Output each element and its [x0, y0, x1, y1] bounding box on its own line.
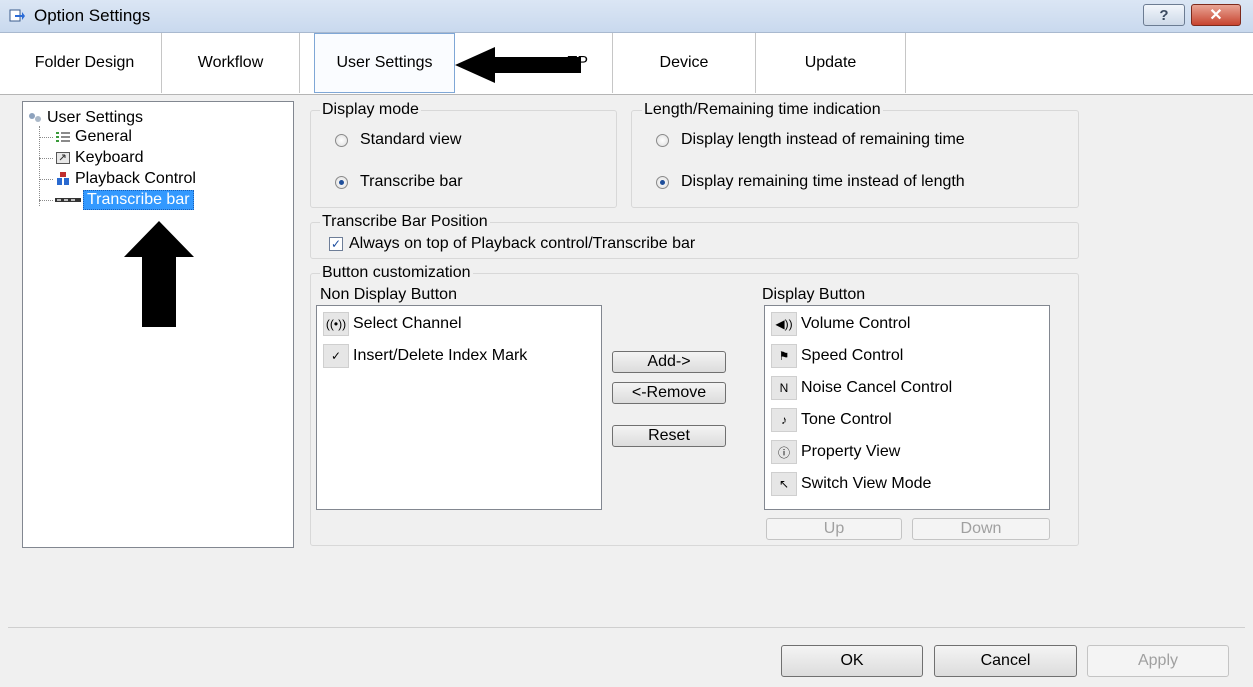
speed-icon: ⚑ [771, 344, 797, 368]
non-display-button-list[interactable]: ((•)) Select Channel ✓ Insert/Delete Ind… [316, 305, 602, 510]
tree-connector [39, 200, 53, 201]
remove-button[interactable]: <-Remove [612, 382, 726, 404]
keyboard-icon [55, 151, 71, 165]
info-icon: ⓘ [771, 440, 797, 464]
transcribe-bar-icon [55, 193, 81, 207]
radio-transcribe-bar[interactable]: Transcribe bar [335, 173, 463, 191]
tab-bar: Folder Design Workflow User Settings TP … [0, 33, 1253, 95]
help-icon: ? [1159, 6, 1169, 24]
tab-device[interactable]: Device [613, 33, 756, 93]
radio-off-icon [335, 133, 348, 147]
always-on-top-checkbox[interactable]: ✓ Always on top of Playback control/Tran… [329, 235, 695, 253]
list-item-switch-view[interactable]: ↖ Switch View Mode [771, 470, 931, 498]
tree-item-transcribe-bar[interactable]: Transcribe bar [55, 190, 194, 210]
tree-connector [39, 137, 53, 138]
tree-item-general[interactable]: General [55, 127, 132, 147]
add-button[interactable]: Add-> [612, 351, 726, 373]
radio-standard-view[interactable]: Standard view [335, 131, 461, 149]
cancel-button[interactable]: Cancel [934, 645, 1077, 677]
title-bar: Option Settings ? ✕ [0, 0, 1253, 33]
length-indication-label: Length/Remaining time indication [642, 101, 883, 119]
apply-button[interactable]: Apply [1087, 645, 1229, 677]
radio-display-length[interactable]: Display length instead of remaining time [656, 131, 965, 149]
volume-icon: ◀)) [771, 312, 797, 336]
radio-display-remaining[interactable]: Display remaining time instead of length [656, 173, 965, 191]
footer-divider [8, 627, 1245, 628]
channel-icon: ((•)) [323, 312, 349, 336]
tab-update[interactable]: Update [756, 33, 906, 93]
list-item-noise-cancel[interactable]: N Noise Cancel Control [771, 374, 952, 402]
tree-connector [39, 158, 53, 159]
list-item-speed-control[interactable]: ⚑ Speed Control [771, 342, 903, 370]
reset-button[interactable]: Reset [612, 425, 726, 447]
list-item-volume-control[interactable]: ◀)) Volume Control [771, 310, 910, 338]
tree-root-user-settings[interactable]: User Settings [27, 108, 143, 128]
list-icon [55, 130, 71, 144]
tone-icon: ♪ [771, 408, 797, 432]
list-item-tone-control[interactable]: ♪ Tone Control [771, 406, 892, 434]
help-button[interactable]: ? [1143, 4, 1185, 26]
ok-button[interactable]: OK [781, 645, 923, 677]
radio-on-icon [335, 175, 348, 189]
tab-workflow[interactable]: Workflow [162, 33, 300, 93]
radio-on-icon [656, 175, 669, 189]
transcribe-position-label: Transcribe Bar Position [320, 213, 490, 231]
up-button[interactable]: Up [766, 518, 902, 540]
list-item-index-mark[interactable]: ✓ Insert/Delete Index Mark [323, 342, 527, 370]
tab-folder-design[interactable]: Folder Design [8, 33, 162, 93]
app-icon [9, 9, 25, 22]
checkmark-icon: ✓ [329, 237, 343, 251]
down-button[interactable]: Down [912, 518, 1050, 540]
button-customization-label: Button customization [320, 264, 473, 282]
length-indication-group [631, 110, 1079, 208]
list-item-select-channel[interactable]: ((•)) Select Channel [323, 310, 462, 338]
switch-view-icon: ↖ [771, 472, 797, 496]
tree-connector [39, 179, 53, 180]
up-arrow-annotation [124, 221, 194, 327]
user-settings-icon [27, 111, 43, 125]
tree-item-playback-control[interactable]: Playback Control [55, 169, 196, 189]
display-mode-group [310, 110, 617, 208]
close-button[interactable]: ✕ [1191, 4, 1241, 26]
noise-cancel-icon: N [771, 376, 797, 400]
radio-off-icon [656, 133, 669, 147]
display-button-list[interactable]: ◀)) Volume Control ⚑ Speed Control N Noi… [764, 305, 1050, 510]
tree-item-keyboard[interactable]: Keyboard [55, 148, 144, 168]
option-settings-window: Option Settings ? ✕ Folder Design Workfl… [0, 0, 1253, 687]
tab-user-settings[interactable]: User Settings [314, 33, 455, 93]
window-title: Option Settings [34, 6, 151, 25]
display-mode-label: Display mode [320, 101, 421, 119]
index-mark-icon: ✓ [323, 344, 349, 368]
tree-connector [39, 126, 40, 206]
non-display-button-label: Non Display Button [320, 286, 457, 303]
close-icon: ✕ [1209, 7, 1223, 24]
playback-icon [55, 172, 71, 186]
list-item-property-view[interactable]: ⓘ Property View [771, 438, 900, 466]
display-button-label: Display Button [762, 286, 866, 303]
left-arrow-annotation [455, 47, 581, 83]
